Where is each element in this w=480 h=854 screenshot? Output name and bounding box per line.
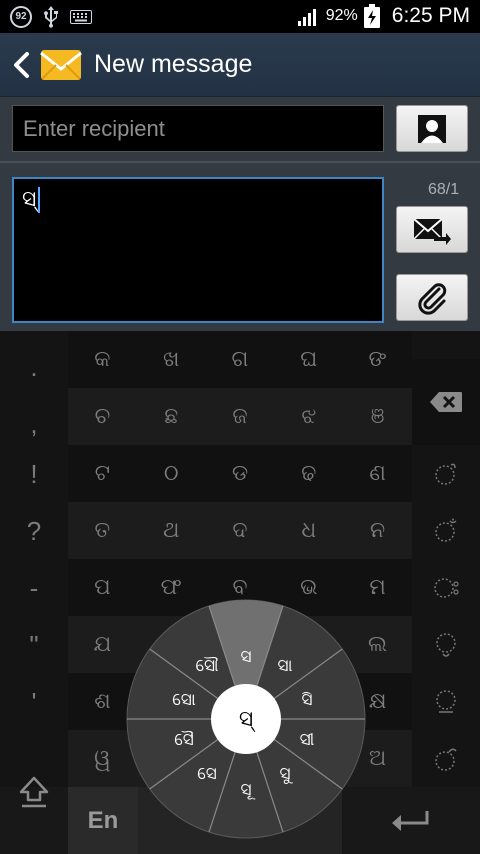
radial-option[interactable]: ସୂ xyxy=(240,780,251,800)
radial-option[interactable]: ସ xyxy=(240,647,251,667)
key[interactable]: ଠ xyxy=(137,445,206,502)
radial-option[interactable]: ସୁ xyxy=(279,764,290,784)
paperclip-icon xyxy=(418,282,447,315)
key[interactable]: ଢ xyxy=(274,445,343,502)
send-button[interactable] xyxy=(396,206,468,253)
key-double-quote[interactable]: " xyxy=(0,617,68,674)
message-input[interactable]: ସ୍ xyxy=(12,177,384,323)
key[interactable]: ଜ xyxy=(206,388,275,445)
key-question[interactable]: ? xyxy=(0,503,68,560)
radial-option[interactable]: ସି xyxy=(301,690,312,710)
vowel-sign-key[interactable] xyxy=(412,616,480,673)
text-cursor xyxy=(38,187,41,213)
dotted-circle-icon xyxy=(436,632,456,657)
backspace-key[interactable] xyxy=(412,359,480,445)
radial-option[interactable]: ସା xyxy=(278,656,293,676)
vowel-sign-key[interactable] xyxy=(412,730,480,787)
dotted-circle-icon xyxy=(435,463,456,485)
vowel-sign-key[interactable] xyxy=(412,559,480,616)
key[interactable]: ଘ xyxy=(274,331,343,388)
battery-charging-icon xyxy=(363,4,380,28)
key[interactable]: ଥ xyxy=(137,502,206,559)
key-single-quote[interactable]: ' xyxy=(0,674,68,731)
enter-arrow-icon xyxy=(392,810,429,831)
status-bar: 92 92% 6:25 PM xyxy=(0,0,480,33)
key-comma[interactable]: , xyxy=(0,396,68,453)
key[interactable]: ଦ xyxy=(206,502,275,559)
shift-arrow-icon xyxy=(19,776,49,807)
contact-person-icon xyxy=(418,114,446,143)
character-counter: 68/1 xyxy=(428,181,460,198)
messages-app-icon xyxy=(40,50,82,80)
key-hyphen[interactable]: - xyxy=(0,560,68,617)
key[interactable]: ତ xyxy=(68,502,137,559)
vowel-sign-key[interactable] xyxy=(412,673,480,730)
key[interactable]: ଡ xyxy=(206,445,275,502)
page-title: New message xyxy=(94,50,253,78)
compose-area: ସ୍ 68/1 xyxy=(0,97,480,331)
dotted-circle-icon xyxy=(434,577,459,598)
dotted-circle-icon xyxy=(435,518,457,542)
usb-icon xyxy=(44,6,58,28)
notification-count-badge: 92 xyxy=(10,6,32,28)
radial-option[interactable]: ସୋ xyxy=(172,690,195,710)
backspace-icon xyxy=(430,392,462,412)
radial-option[interactable]: ସେ xyxy=(197,764,217,784)
radial-center-key[interactable]: ସ୍ xyxy=(211,684,281,754)
radial-option[interactable]: ସୈ xyxy=(174,730,194,750)
key-row: କ ଖ ଗ ଘ ଙ xyxy=(68,331,412,388)
clock: 6:25 PM xyxy=(391,4,470,27)
back-chevron-icon[interactable] xyxy=(8,49,36,81)
key-period[interactable]: . xyxy=(0,339,68,396)
key[interactable]: ଣ xyxy=(343,445,412,502)
key-row: ଚ ଛ ଜ ଝ ଞ xyxy=(68,388,412,445)
vowel-sign-key[interactable] xyxy=(412,502,480,559)
radial-option[interactable]: ସୌ xyxy=(195,656,218,676)
key[interactable]: ଟ xyxy=(68,445,137,502)
add-contact-button[interactable] xyxy=(396,105,468,152)
key[interactable]: ଛ xyxy=(137,388,206,445)
key-exclamation[interactable]: ! xyxy=(0,446,68,503)
divider xyxy=(0,161,480,163)
vowel-sign-column xyxy=(412,331,480,787)
key[interactable]: ଞ xyxy=(343,388,412,445)
key[interactable]: ଖ xyxy=(137,331,206,388)
key[interactable]: ଧ xyxy=(274,502,343,559)
signal-strength-icon xyxy=(297,9,316,26)
dotted-circle-icon xyxy=(436,689,456,713)
recipient-input[interactable] xyxy=(12,105,384,152)
key[interactable]: ଚ xyxy=(68,388,137,445)
key-row: ଟ ଠ ଡ ଢ ଣ xyxy=(68,445,412,502)
key[interactable]: କ xyxy=(68,331,137,388)
key[interactable]: ନ xyxy=(343,502,412,559)
battery-percentage: 92% xyxy=(325,7,358,24)
app-header: New message xyxy=(0,33,480,97)
keyboard-icon xyxy=(70,10,92,24)
send-envelope-icon xyxy=(413,217,451,245)
dotted-circle-icon xyxy=(435,748,457,771)
key-row: ତ ଥ ଦ ଧ ନ xyxy=(68,502,412,559)
message-text: ସ୍ xyxy=(22,187,37,212)
key[interactable]: ଗ xyxy=(206,331,275,388)
shift-key[interactable] xyxy=(0,729,68,854)
vowel-sign-key[interactable] xyxy=(412,445,480,502)
attach-button[interactable] xyxy=(396,274,468,321)
key[interactable]: ଝ xyxy=(274,388,343,445)
key[interactable]: ଙ xyxy=(343,331,412,388)
radial-option[interactable]: ସୀ xyxy=(300,730,315,750)
punctuation-column: . , ! ? - " ' xyxy=(0,331,68,731)
